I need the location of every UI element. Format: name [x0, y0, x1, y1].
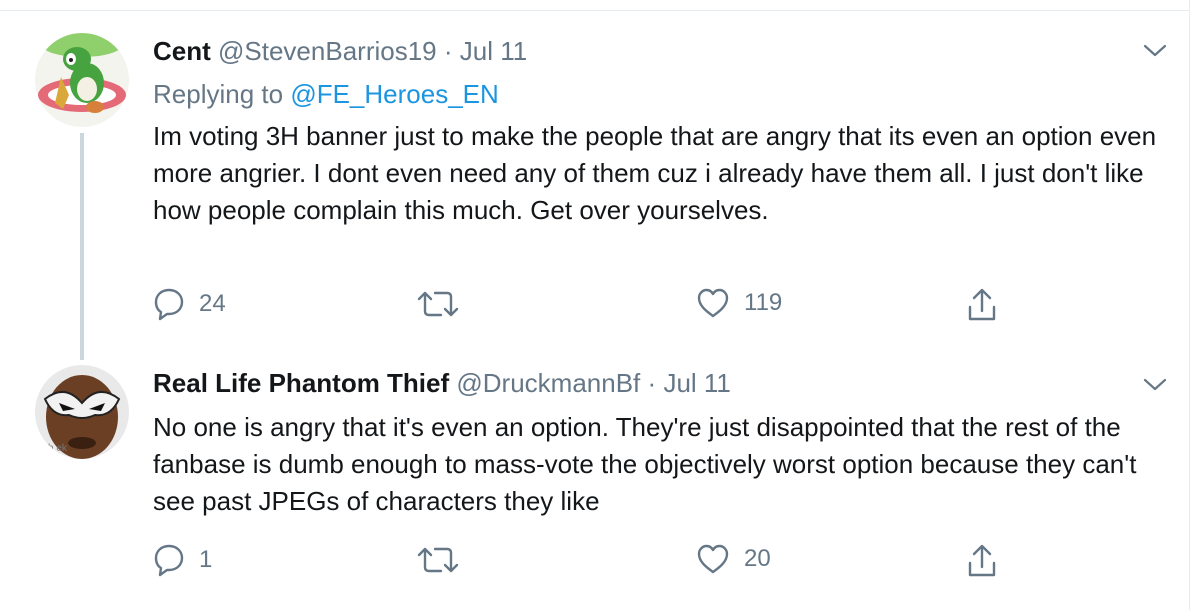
retweet-button[interactable]	[415, 287, 475, 321]
timestamp[interactable]: Jul 11	[663, 368, 730, 398]
action-bar: 24 119	[153, 287, 1053, 327]
reply-button[interactable]: 24	[153, 287, 226, 321]
like-button[interactable]: 20	[696, 543, 771, 575]
chevron-down-icon[interactable]	[1142, 377, 1168, 393]
separator: ·	[647, 368, 657, 398]
separator: ·	[443, 36, 453, 66]
share-icon	[968, 288, 996, 321]
retweet-icon	[417, 547, 459, 573]
replying-to-prefix: Replying to	[153, 79, 284, 109]
masked-face-avatar-icon: sh ek	[35, 365, 129, 459]
mention-link[interactable]: @FE_Heroes_EN	[290, 79, 498, 109]
heart-icon	[697, 288, 729, 318]
tweet-2[interactable]: sh ek Real Life Phantom Thief @Druckmann…	[0, 360, 1190, 610]
share-icon	[968, 544, 996, 577]
reply-button[interactable]: 1	[153, 543, 212, 577]
heart-icon	[697, 544, 729, 574]
replying-to: Replying to @FE_Heroes_EN	[153, 79, 499, 110]
tweet-text: No one is angry that it's even an option…	[153, 412, 1137, 516]
reply-icon	[154, 544, 184, 577]
share-button[interactable]	[965, 543, 999, 579]
timestamp[interactable]: Jul 11	[460, 36, 527, 66]
display-name[interactable]: Cent	[153, 36, 211, 66]
handle[interactable]: @StevenBarrios19	[218, 36, 437, 66]
thread-line	[80, 133, 84, 360]
like-count: 119	[744, 289, 783, 316]
like-count: 20	[744, 545, 771, 572]
retweet-button[interactable]	[415, 543, 475, 577]
reply-count: 1	[199, 546, 213, 573]
tweet-header: Real Life Phantom Thief @DruckmannBf · J…	[153, 368, 731, 399]
action-bar: 1 20	[153, 543, 1053, 583]
reply-count: 24	[199, 290, 226, 317]
tweet-1[interactable]: Cent @StevenBarrios19 · Jul 11 Replying …	[0, 0, 1190, 360]
reply-icon	[154, 288, 184, 321]
retweet-icon	[417, 291, 459, 317]
like-button[interactable]: 119	[696, 287, 782, 319]
tweet-text: Im voting 3H banner just to make the peo…	[153, 121, 1157, 225]
share-button[interactable]	[965, 287, 999, 323]
chevron-down-icon[interactable]	[1142, 43, 1168, 59]
avatar[interactable]	[35, 33, 129, 127]
yoshi-avatar-icon	[35, 33, 129, 127]
handle[interactable]: @DruckmannBf	[456, 368, 640, 398]
display-name[interactable]: Real Life Phantom Thief	[153, 368, 449, 398]
tweet-header: Cent @StevenBarrios19 · Jul 11	[153, 36, 527, 67]
avatar[interactable]: sh ek	[35, 365, 129, 459]
avatar-watermark: sh ek	[43, 443, 68, 454]
